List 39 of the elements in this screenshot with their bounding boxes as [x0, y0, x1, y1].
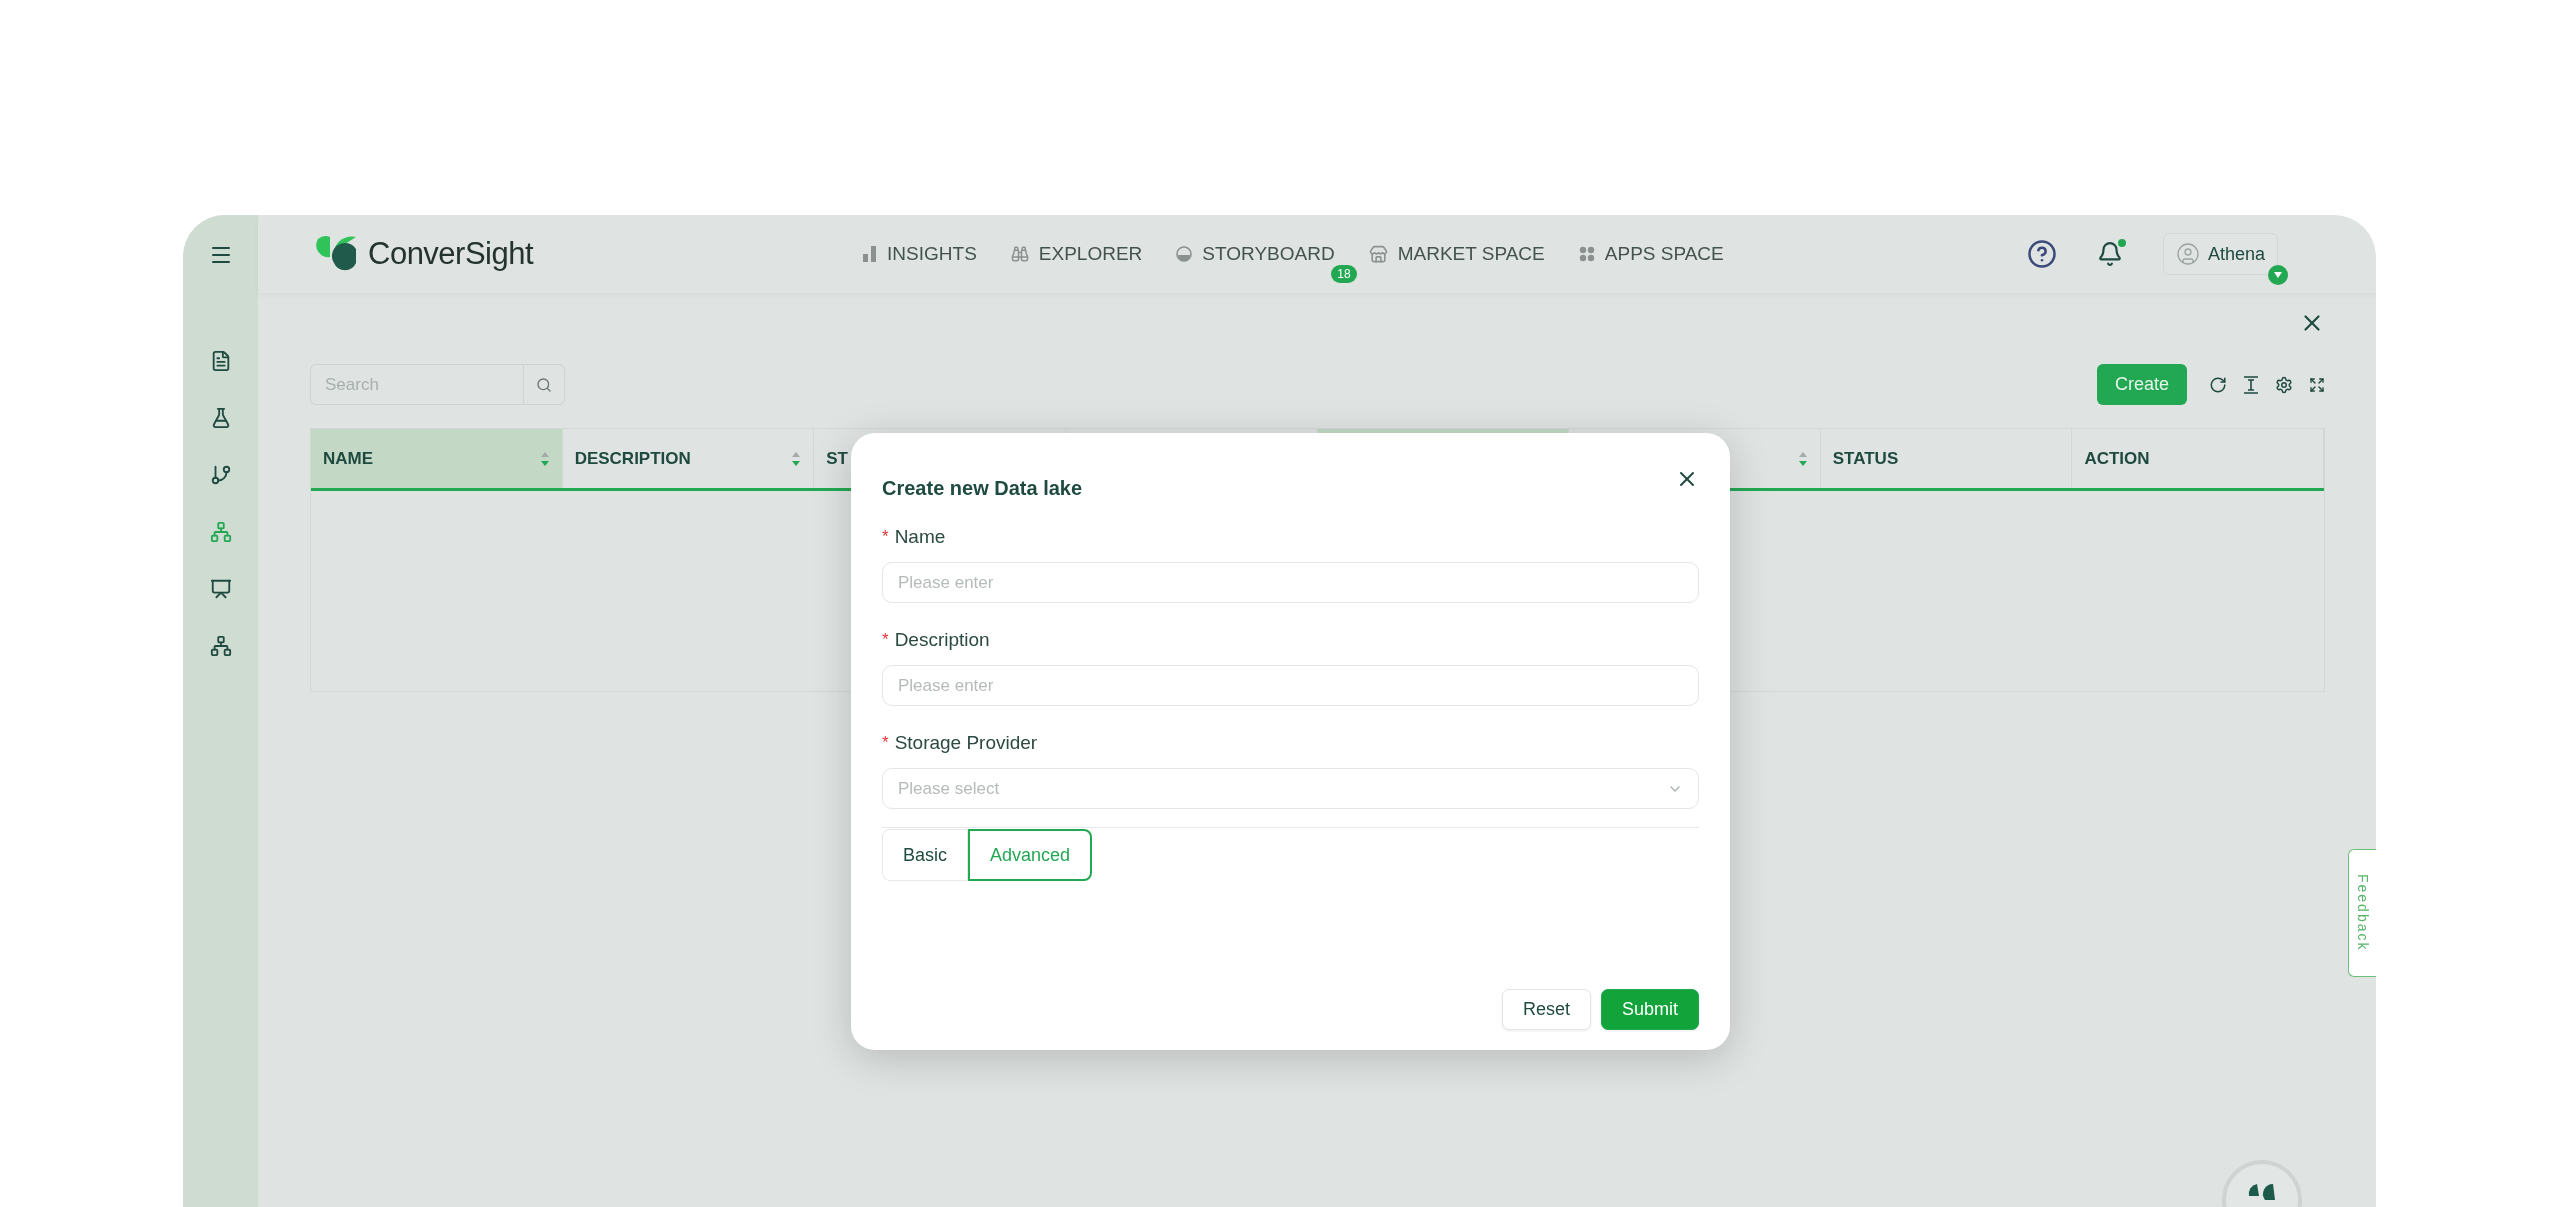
tab[interactable]: Basic	[882, 829, 968, 881]
help-icon[interactable]	[2026, 239, 2057, 269]
field-label: * Description	[882, 629, 991, 651]
bell-icon[interactable]	[2096, 241, 2123, 267]
tab[interactable]: Advanced	[968, 829, 1093, 881]
count-badge: 18	[1331, 265, 1357, 283]
dialog-title: Create new Data lake	[882, 477, 1083, 500]
input-field[interactable]: Please enter	[882, 562, 1699, 603]
required-mark: *	[882, 733, 889, 753]
bar-chart-icon	[863, 246, 878, 262]
required-mark: *	[882, 630, 889, 650]
grid-dots-icon	[1578, 246, 1595, 262]
nav-link[interactable]: EXPLORER	[1010, 243, 1143, 265]
submit-button[interactable]: Submit	[1600, 989, 1699, 1030]
settings-icon[interactable]	[2275, 375, 2293, 394]
store-icon	[1368, 244, 1388, 264]
refresh-icon[interactable]	[2209, 375, 2227, 394]
gauge-icon	[1176, 246, 1193, 262]
fullscreen-icon[interactable]	[2309, 376, 2325, 393]
brand-name: ConverSight	[368, 236, 534, 272]
column-header[interactable]: ACTION	[2072, 429, 2324, 488]
row-height-icon[interactable]	[2243, 375, 2259, 394]
column-header[interactable]: STATUS	[1820, 429, 2073, 488]
required-mark: *	[882, 527, 889, 547]
nav-link[interactable]: MARKET SPACE	[1368, 243, 1545, 265]
caret-icon[interactable]	[2268, 265, 2288, 285]
input-field[interactable]: Please enter	[882, 665, 1699, 706]
nav-link[interactable]: INSIGHTS	[863, 243, 977, 265]
nav-link[interactable]: APPS SPACE	[1578, 243, 1724, 265]
user-menu-button[interactable]: Athena	[2162, 233, 2278, 275]
search-field[interactable]: Search	[310, 364, 523, 405]
binoculars-icon	[1010, 245, 1029, 263]
field-label: * Storage Provider	[882, 732, 1039, 754]
column-header[interactable]: NAME	[311, 429, 563, 488]
user-avatar-icon	[2175, 242, 2200, 266]
reset-button[interactable]: Reset	[1501, 989, 1591, 1030]
nav-link[interactable]: STORYBOARD	[1176, 243, 1335, 265]
column-header[interactable]: DESCRIPTION	[562, 429, 815, 488]
field-label: * Name	[882, 526, 947, 548]
